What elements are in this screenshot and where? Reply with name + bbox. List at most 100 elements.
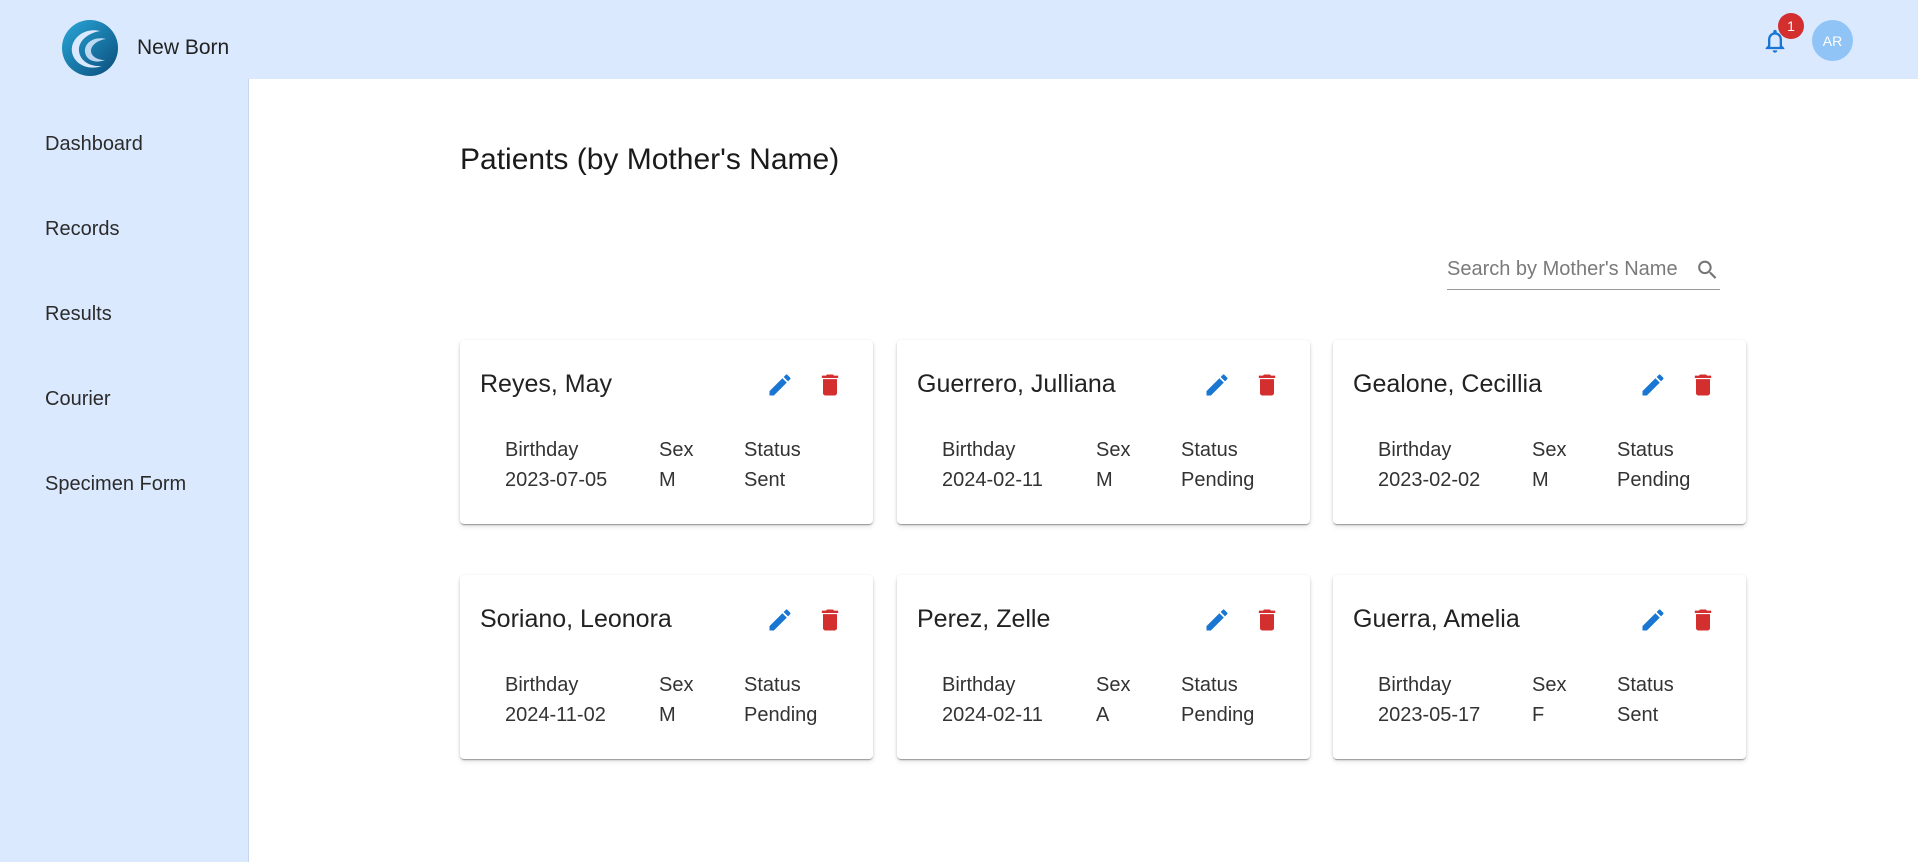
birthday-field: Birthday 2024-11-02 xyxy=(505,670,606,730)
sex-field: Sex M xyxy=(659,435,693,495)
sex-value: F xyxy=(1532,704,1545,726)
status-label: Status xyxy=(1617,674,1674,696)
patient-card: Perez, Zelle Birthday 2024-02-11 Sex A S… xyxy=(897,575,1310,759)
trash-icon xyxy=(1694,609,1712,631)
birthday-field: Birthday 2023-02-02 xyxy=(1378,435,1480,495)
patient-name: Soriano, Leonora xyxy=(480,605,672,633)
birthday-field: Birthday 2023-07-05 xyxy=(505,435,607,495)
app-logo xyxy=(62,20,118,76)
sex-value: M xyxy=(1532,469,1549,491)
sex-field: Sex A xyxy=(1096,670,1130,730)
sidebar-item-records[interactable]: Records xyxy=(45,218,119,241)
sidebar-item-results[interactable]: Results xyxy=(45,303,112,326)
sex-value: M xyxy=(659,704,676,726)
trash-icon xyxy=(1258,374,1276,396)
patient-name: Reyes, May xyxy=(480,370,612,398)
status-field: Status Sent xyxy=(744,435,801,495)
birthday-label: Birthday xyxy=(1378,674,1452,696)
sidebar-item-specimen-form[interactable]: Specimen Form xyxy=(45,473,186,496)
sex-label: Sex xyxy=(1096,439,1131,461)
sex-field: Sex M xyxy=(1532,435,1566,495)
edit-button[interactable] xyxy=(1202,605,1232,635)
birthday-label: Birthday xyxy=(942,674,1016,696)
status-field: Status Pending xyxy=(1617,435,1690,495)
patient-name: Guerrero, Julliana xyxy=(917,370,1116,398)
search-input[interactable] xyxy=(1447,258,1695,281)
sex-field: Sex M xyxy=(659,670,693,730)
status-value: Pending xyxy=(1181,704,1255,726)
sidebar-item-dashboard[interactable]: Dashboard xyxy=(45,133,143,156)
birthday-value: 2024-11-02 xyxy=(505,704,606,726)
patient-card: Guerra, Amelia Birthday 2023-05-17 Sex F… xyxy=(1333,575,1746,759)
sex-label: Sex xyxy=(1532,674,1567,696)
status-field: Status Sent xyxy=(1617,670,1674,730)
sex-field: Sex M xyxy=(1096,435,1130,495)
pencil-icon xyxy=(769,374,791,396)
status-label: Status xyxy=(1181,674,1238,696)
sex-field: Sex F xyxy=(1532,670,1566,730)
status-label: Status xyxy=(744,439,801,461)
status-value: Sent xyxy=(744,469,786,491)
delete-button[interactable] xyxy=(1252,605,1282,635)
edit-button[interactable] xyxy=(1202,370,1232,400)
sex-value: M xyxy=(659,469,676,491)
notifications-button[interactable]: 1 xyxy=(1761,13,1804,57)
birthday-value: 2024-02-11 xyxy=(942,704,1043,726)
patient-card: Guerrero, Julliana Birthday 2024-02-11 S… xyxy=(897,340,1310,524)
notification-badge: 1 xyxy=(1778,13,1804,39)
page-title: Patients (by Mother's Name) xyxy=(460,143,840,176)
trash-icon xyxy=(1694,374,1712,396)
status-value: Sent xyxy=(1617,704,1659,726)
birthday-label: Birthday xyxy=(505,674,579,696)
patient-card: Soriano, Leonora Birthday 2024-11-02 Sex… xyxy=(460,575,873,759)
birthday-field: Birthday 2024-02-11 xyxy=(942,670,1043,730)
delete-button[interactable] xyxy=(815,605,845,635)
pencil-icon xyxy=(1642,609,1664,631)
trash-icon xyxy=(1258,609,1276,631)
edit-button[interactable] xyxy=(1638,605,1668,635)
patient-name: Gealone, Cecillia xyxy=(1353,370,1542,398)
app-name: New Born xyxy=(137,36,230,59)
sidebar: Dashboard Records Results Courier Specim… xyxy=(0,79,249,862)
status-label: Status xyxy=(1617,439,1674,461)
delete-button[interactable] xyxy=(1252,370,1282,400)
delete-button[interactable] xyxy=(1688,605,1718,635)
user-avatar[interactable]: AR xyxy=(1812,20,1853,61)
brand[interactable]: New Born xyxy=(60,19,229,77)
top-app-bar: New Born 1 AR xyxy=(0,0,1918,79)
edit-button[interactable] xyxy=(1638,370,1668,400)
delete-button[interactable] xyxy=(1688,370,1718,400)
sex-label: Sex xyxy=(659,439,694,461)
status-value: Pending xyxy=(744,704,818,726)
status-label: Status xyxy=(744,674,801,696)
trash-icon xyxy=(821,374,839,396)
status-label: Status xyxy=(1181,439,1238,461)
pencil-icon xyxy=(1206,609,1228,631)
pencil-icon xyxy=(769,609,791,631)
search-field xyxy=(1447,250,1720,290)
birthday-value: 2023-07-05 xyxy=(505,469,608,491)
delete-button[interactable] xyxy=(815,370,845,400)
birthday-field: Birthday 2023-05-17 xyxy=(1378,670,1480,730)
status-field: Status Pending xyxy=(1181,670,1254,730)
pencil-icon xyxy=(1642,374,1664,396)
sex-value: A xyxy=(1096,704,1110,726)
patient-name: Guerra, Amelia xyxy=(1353,605,1520,633)
birthday-field: Birthday 2024-02-11 xyxy=(942,435,1043,495)
birthday-value: 2023-05-17 xyxy=(1378,704,1481,726)
search-icon[interactable] xyxy=(1695,257,1720,283)
edit-button[interactable] xyxy=(765,370,795,400)
status-field: Status Pending xyxy=(744,670,817,730)
patient-card: Gealone, Cecillia Birthday 2023-02-02 Se… xyxy=(1333,340,1746,524)
sex-value: M xyxy=(1096,469,1113,491)
status-value: Pending xyxy=(1181,469,1255,491)
status-field: Status Pending xyxy=(1181,435,1254,495)
sidebar-item-courier[interactable]: Courier xyxy=(45,388,111,411)
status-value: Pending xyxy=(1617,469,1691,491)
sex-label: Sex xyxy=(1096,674,1131,696)
edit-button[interactable] xyxy=(765,605,795,635)
sex-label: Sex xyxy=(1532,439,1567,461)
pencil-icon xyxy=(1206,374,1228,396)
birthday-label: Birthday xyxy=(1378,439,1452,461)
sex-label: Sex xyxy=(659,674,694,696)
